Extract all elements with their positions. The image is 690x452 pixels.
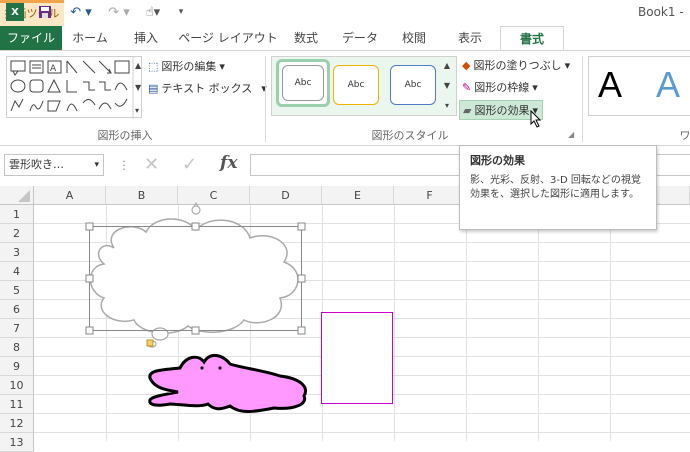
undo-icon[interactable]: ↶ ▾ [66,3,96,21]
column-header[interactable]: E [322,186,394,205]
title-bar: X ↶ ▾ ↷ ▾ ☝▾ ▾ 描画ツール Book1 - [0,0,690,26]
row-header[interactable]: 13 [0,433,34,452]
wordart-sample-blue[interactable]: A [656,64,680,106]
text-box-icon: ▤ [148,81,159,95]
column-header[interactable]: F [394,186,466,205]
row-header[interactable]: 9 [0,357,34,376]
row-header[interactable]: 1 [0,205,34,224]
shape-effects-label: 図形の効果 [474,104,530,117]
shape-effects-icon: ▰ [463,103,472,117]
row-header[interactable]: 6 [0,300,34,319]
style-sample-gray[interactable]: Abc [276,59,330,107]
enter-icon[interactable]: ✓ [182,154,197,175]
svg-text:▼: ▼ [135,83,142,92]
svg-text:A: A [50,64,57,74]
row-header[interactable]: 2 [0,224,34,243]
select-all-corner[interactable] [0,186,34,205]
dialog-launcher-icon[interactable]: ◢ [568,130,574,139]
style-sample-gray-text: Abc [282,65,324,101]
name-box-value: 雲形吹き… [9,158,64,171]
cancel-icon[interactable]: ✕ [144,154,159,175]
row-header[interactable]: 8 [0,338,34,357]
edit-shape-icon: ⬚ [148,59,159,73]
name-box[interactable]: 雲形吹き… ▾ [4,154,104,176]
tab-review[interactable]: 校閲 [390,26,438,50]
style-sample-blue[interactable]: Abc [390,65,436,105]
tab-home[interactable]: ホーム [64,26,116,50]
row-header[interactable]: 3 [0,243,34,262]
shapes-gallery[interactable]: A ▲ ▼ ▾ [6,56,142,119]
tab-data[interactable]: データ [334,26,386,50]
tab-format[interactable]: 書式 [500,26,564,50]
tooltip-description: 影、光彩、反射、3-D 回転などの視覚効果を、選択した図形に適用します。 [470,175,641,200]
insert-shapes-group-label: 図形の挿入 [97,129,153,142]
rectangle-shape[interactable] [321,312,393,404]
svg-text:▾: ▾ [135,106,139,115]
window-title: Book1 - [638,5,684,19]
style-gallery-scroll[interactable]: ▲ ▼ ▾ [441,56,453,116]
insert-function-icon[interactable]: fx [220,153,237,173]
excel-icon: X [6,3,24,21]
tab-formulas[interactable]: 数式 [284,26,328,50]
cloud-callout-shape[interactable] [84,200,308,350]
pen-icon: ✎ [462,80,472,94]
edit-shape-button[interactable]: ⬚ 図形の編集 ▾ [148,58,225,74]
edit-shape-label: 図形の編集 [161,60,217,73]
save-icon[interactable] [36,3,54,21]
wordart-sample-black[interactable]: A [598,64,622,106]
formula-bar-grip-icon: ⋮ [118,158,130,172]
mouse-pointer-icon [530,109,542,131]
row-header[interactable]: 4 [0,262,34,281]
shape-outline-label: 図形の枠線 [474,81,530,94]
customize-qat-icon[interactable]: ▾ [174,3,188,21]
paint-bucket-icon: ◆ [462,58,471,72]
tab-file[interactable]: ファイル [0,26,62,50]
redo-icon[interactable]: ↷ ▾ [104,3,134,21]
shape-fill-button[interactable]: ◆ 図形の塗りつぶし ▾ [462,57,570,73]
pink-freeform-shape[interactable] [144,348,314,418]
row-header[interactable]: 7 [0,319,34,338]
text-box-button[interactable]: ▤ テキスト ボックス▾ [148,80,267,96]
row-header[interactable]: 5 [0,281,34,300]
ribbon-separator [582,56,583,142]
row-header[interactable]: 11 [0,395,34,414]
shape-outline-button[interactable]: ✎ 図形の枠線 ▾ [462,79,538,95]
ribbon-separator [265,56,266,142]
tab-insert[interactable]: 挿入 [122,26,170,50]
tab-page-layout[interactable]: ページ レイアウト [176,26,280,50]
tab-view[interactable]: 表示 [444,26,496,50]
svg-text:▲: ▲ [135,61,142,70]
wordart-group-label: ワ [679,129,690,142]
touch-mode-icon[interactable]: ☝▾ [140,3,166,21]
name-box-dropdown-icon[interactable]: ▾ [94,155,99,175]
ribbon-tab-row: ファイル ホーム 挿入 ページ レイアウト 数式 データ 校閲 表示 書式 [0,26,690,51]
row-header[interactable]: 12 [0,414,34,433]
shape-styles-group-label: 図形のスタイル [371,129,449,142]
row-header[interactable]: 10 [0,376,34,395]
tooltip-title: 図形の効果 [470,154,525,167]
shape-fill-label: 図形の塗りつぶし [473,59,562,72]
shape-effects-tooltip: 図形の効果 影、光彩、反射、3-D 回転などの視覚効果を、選択した図形に適用しま… [459,145,657,230]
text-box-label: テキスト ボックス [161,82,253,95]
style-sample-gold[interactable]: Abc [333,65,379,105]
